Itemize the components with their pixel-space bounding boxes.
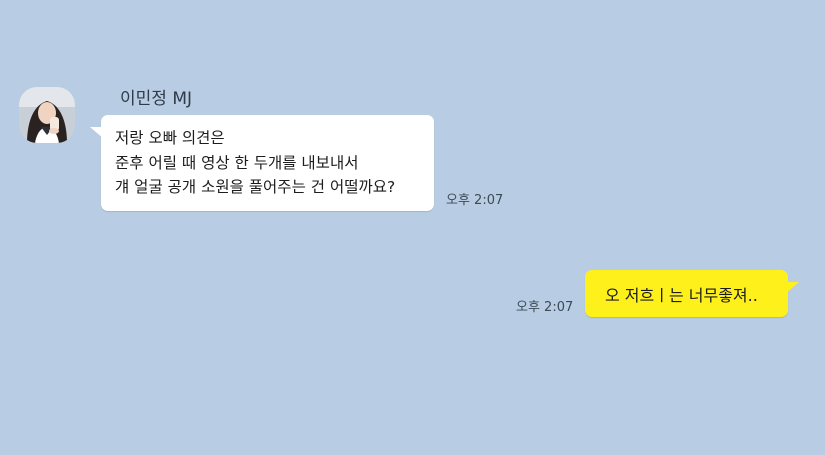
outgoing-timestamp: 오후 2:07 xyxy=(516,300,574,315)
sender-name: 이민정 MJ xyxy=(120,89,193,109)
message-text: 오 저흐ㅣ는 너무좋져.. xyxy=(605,286,758,305)
outgoing-message-bubble[interactable]: 오 저흐ㅣ는 너무좋져.. xyxy=(585,270,799,317)
message-line: 걔 얼굴 공개 소원을 풀어주는 건 어떨까요? xyxy=(115,178,396,196)
avatar[interactable] xyxy=(19,87,75,143)
message-line: 준후 어릴 때 영상 한 두개를 내보내서 xyxy=(115,153,359,172)
incoming-message-bubble[interactable]: 저랑 오빠 의견은 준후 어릴 때 영상 한 두개를 내보내서 걔 얼굴 공개 … xyxy=(90,115,434,211)
profile-photo-icon xyxy=(19,87,75,143)
message-line: 저랑 오빠 의견은 xyxy=(115,129,225,147)
incoming-timestamp: 오후 2:07 xyxy=(446,193,504,208)
